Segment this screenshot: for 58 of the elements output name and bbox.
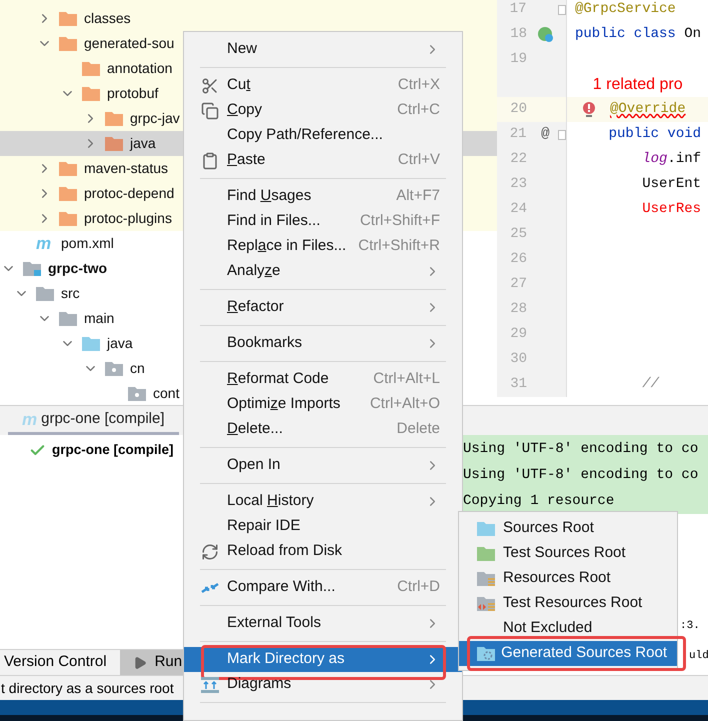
maven-icon: m	[22, 410, 38, 428]
console-line: Copying 1 resource	[463, 492, 614, 510]
line-number: 31	[509, 375, 527, 394]
tree-label: java	[107, 334, 133, 353]
shortcut-label: Ctrl+Shift+F	[360, 211, 440, 232]
tree-label: main	[84, 309, 114, 328]
shortcut-label: Ctrl+C	[397, 100, 440, 120]
shortcut-label: Delete	[396, 419, 440, 440]
line-number: 25	[509, 225, 527, 244]
code-line: log.inf	[641, 150, 702, 169]
tree-label: java	[130, 134, 156, 153]
shortcut-label: Ctrl+D	[397, 577, 440, 598]
inline-hint: 1 related pro	[592, 74, 683, 94]
console-line: uld	[689, 648, 708, 664]
code-line: @GrpcService	[575, 0, 676, 19]
line-number: 23	[509, 175, 527, 194]
shortcut-label: Ctrl+V	[398, 150, 440, 170]
shortcut-label: Ctrl+Shift+R	[358, 236, 440, 256]
code-line: UserEnt	[641, 175, 702, 194]
line-number: 30	[509, 350, 527, 369]
maven-icon: m	[36, 235, 54, 252]
tree-label: protoc-depend	[84, 184, 174, 203]
code-line: @Override	[610, 100, 686, 119]
shortcut-label: Ctrl+Alt+O	[370, 394, 440, 414]
code-line: public class On	[575, 25, 702, 44]
shortcut-label: Ctrl+Alt+L	[373, 369, 440, 390]
tree-label: protobuf	[107, 84, 158, 103]
line-number: 27	[509, 275, 527, 294]
tree-label: grpc-jav	[130, 109, 180, 128]
tree-label: grpc-two	[48, 259, 108, 278]
tree-label: cont	[153, 384, 180, 403]
tree-label: generated-sou	[84, 34, 174, 53]
line-number: 17	[508, 0, 527, 19]
tree-label: maven-status	[84, 159, 168, 178]
line-number: 20	[509, 100, 527, 119]
line-number: 22	[509, 150, 527, 169]
shortcut-label: Alt+F7	[396, 186, 440, 206]
console-line: :3.	[680, 618, 700, 634]
code-line: UserRes	[641, 200, 702, 219]
line-number: 24	[509, 200, 527, 219]
tree-label: pom.xml	[61, 234, 114, 253]
console-line: Using 'UTF-8' encoding to co	[463, 440, 698, 458]
tree-label: src	[61, 284, 80, 303]
line-number: 26	[509, 250, 527, 269]
line-number: 18	[509, 25, 527, 44]
code-line: public void	[608, 125, 702, 144]
tree-label: protoc-plugins	[84, 209, 172, 228]
tree-label: annotation	[107, 59, 172, 78]
line-number: 28	[509, 300, 527, 319]
line-number: 29	[509, 325, 527, 344]
line-number: 21	[508, 125, 527, 144]
code-line: //	[641, 375, 660, 394]
status-text: t directory as a sources root	[1, 678, 174, 698]
line-number: 19	[509, 50, 527, 69]
shortcut-label: Ctrl+X	[398, 75, 440, 96]
tree-label: classes	[84, 9, 131, 28]
console-line: Using 'UTF-8' encoding to co	[463, 466, 698, 484]
tree-label: cn	[130, 359, 145, 378]
